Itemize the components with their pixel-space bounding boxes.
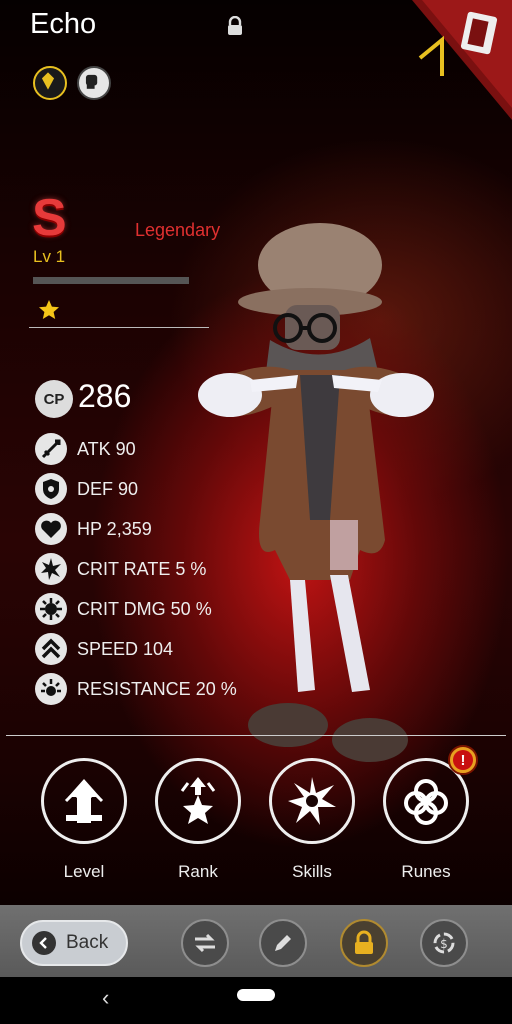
back-label: Back xyxy=(66,932,109,953)
class-badge-icon xyxy=(33,66,67,100)
crit-dmg-icon xyxy=(35,593,67,625)
sword-icon xyxy=(35,433,67,465)
speed-icon xyxy=(35,633,67,665)
stat-row: DEF 90 xyxy=(35,472,138,506)
chevron-left-icon xyxy=(32,931,56,955)
divider xyxy=(6,735,506,736)
svg-text:$: $ xyxy=(440,937,448,951)
rarity-label: Legendary xyxy=(135,220,221,240)
rank-button[interactable]: Rank xyxy=(153,758,243,882)
stat-row: HP 2,359 xyxy=(35,512,152,546)
runes-button[interactable]: Runes xyxy=(381,758,471,882)
divider xyxy=(29,327,209,328)
stat-text: DEF 90 xyxy=(77,478,139,499)
lock-icon[interactable] xyxy=(226,16,244,36)
stat-row: SPEED 104 xyxy=(35,632,173,666)
stat-row: ATK 90 xyxy=(35,432,136,466)
hero-name: Echo xyxy=(30,8,97,40)
stat-text: SPEED 104 xyxy=(77,638,174,659)
hero-detail-screen: Echo S Legendary Lv 1 CP 286 ATK 90 DEF 9… xyxy=(0,0,512,905)
alert-icon: ! xyxy=(453,750,473,770)
swap-icon[interactable] xyxy=(181,919,229,967)
xp-bar xyxy=(33,277,189,284)
cp-badge: CP xyxy=(35,380,73,418)
cp-value: 286 xyxy=(78,378,132,414)
runes-label: Runes xyxy=(401,862,451,881)
back-button[interactable]: Back xyxy=(20,920,128,966)
stat-text: RESISTANCE 20 % xyxy=(77,678,237,699)
nav-back-icon[interactable]: ‹ xyxy=(102,985,109,1011)
level-label: Level xyxy=(63,862,105,881)
skills-button[interactable]: Skills xyxy=(267,758,357,882)
runes-alert-badge: ! xyxy=(448,745,478,775)
skills-label: Skills xyxy=(292,862,332,881)
level-button[interactable]: Level xyxy=(39,758,129,882)
level-label: Lv 1 xyxy=(33,247,66,266)
lock-icon[interactable] xyxy=(340,919,388,967)
level-up-icon xyxy=(41,758,127,844)
crit-rate-icon xyxy=(35,553,67,585)
stat-text: ATK 90 xyxy=(77,438,136,459)
stat-row: CRIT RATE 5 % xyxy=(35,552,206,586)
shield-icon xyxy=(35,473,67,505)
edit-icon[interactable] xyxy=(259,919,307,967)
star-icon xyxy=(39,300,59,319)
stat-text: CRIT DMG 50 % xyxy=(77,598,212,619)
codex-book-icon[interactable] xyxy=(412,0,512,120)
bottom-toolbar: Back $ xyxy=(0,905,512,977)
heart-icon xyxy=(35,513,67,545)
sell-icon[interactable]: $ xyxy=(420,919,468,967)
stat-row: CRIT DMG 50 % xyxy=(35,592,212,626)
rank-letter: S xyxy=(32,189,67,247)
nav-home-pill[interactable] xyxy=(237,989,275,1001)
stat-text: HP 2,359 xyxy=(77,518,152,539)
system-nav-bar: ‹ xyxy=(0,977,512,1024)
rank-up-icon xyxy=(155,758,241,844)
fist-element-icon xyxy=(77,66,111,100)
stat-text: CRIT RATE 5 % xyxy=(77,558,207,579)
resistance-icon xyxy=(35,673,67,705)
stat-row: RESISTANCE 20 % xyxy=(35,672,237,706)
rank-label: Rank xyxy=(178,862,218,881)
skills-icon xyxy=(269,758,355,844)
